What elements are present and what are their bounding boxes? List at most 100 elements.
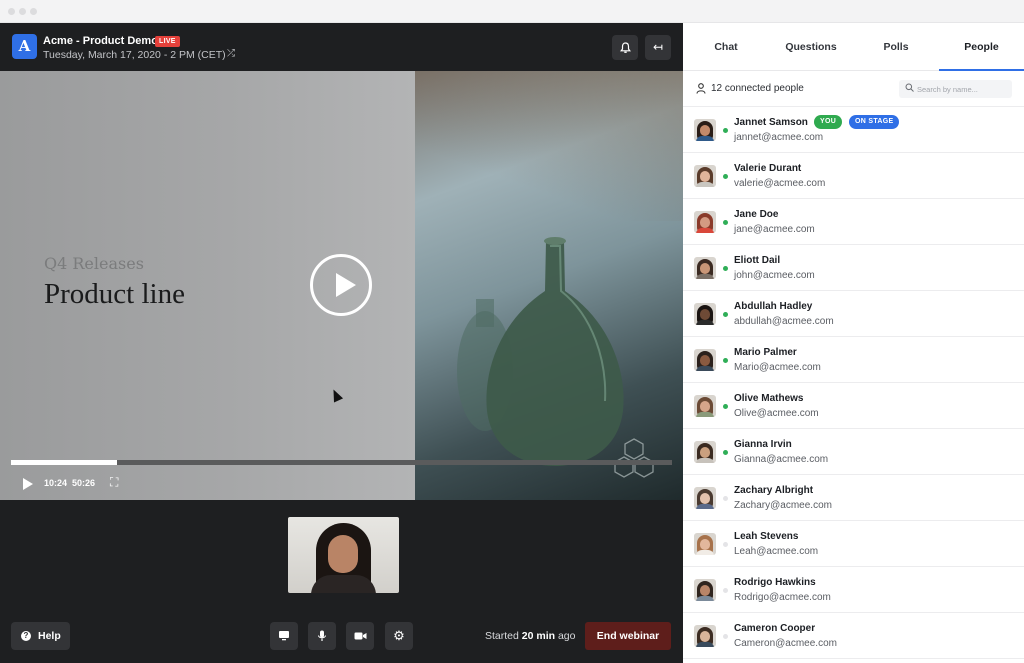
fullscreen-icon[interactable]: ⛶ <box>110 476 122 488</box>
search-input[interactable] <box>917 83 1007 95</box>
playback-progress-bar[interactable] <box>11 460 672 465</box>
panel-tabs: Chat Questions Polls People <box>683 23 1024 71</box>
person-email: Cameron@acmee.com <box>734 638 837 649</box>
person-email: jane@acmee.com <box>734 224 815 235</box>
app-logo: A <box>12 34 37 59</box>
event-title: Acme - Product Demo <box>43 35 158 47</box>
people-summary: 12 connected people <box>683 71 1024 107</box>
started-duration: 20 min <box>521 630 556 642</box>
person-row[interactable]: Olive Mathews Olive@acmee.com <box>683 383 1024 429</box>
person-row[interactable]: Jane Doe jane@acmee.com <box>683 199 1024 245</box>
person-row[interactable]: Abdullah Hadley abdullah@acmee.com <box>683 291 1024 337</box>
person-name: Gianna Irvin <box>734 439 792 450</box>
people-search[interactable] <box>899 80 1012 98</box>
help-label: Help <box>38 630 61 642</box>
microphone-icon[interactable] <box>308 622 336 650</box>
person-name: Zachary Albright <box>734 485 814 496</box>
person-name: Abdullah Hadley <box>734 301 813 312</box>
person-row[interactable]: Gianna Irvin Gianna@acmee.com <box>683 429 1024 475</box>
presence-indicator <box>723 542 728 547</box>
avatar <box>694 395 716 417</box>
progress-fill <box>11 460 117 465</box>
person-row[interactable]: Mario Palmer Mario@acmee.com <box>683 337 1024 383</box>
collapse-panel-icon[interactable]: ↤ <box>645 35 671 60</box>
person-email: valerie@acmee.com <box>734 178 826 189</box>
person-row[interactable]: Zachary Albright Zachary@acmee.com <box>683 475 1024 521</box>
presence-indicator <box>723 358 728 363</box>
play-icon[interactable] <box>23 478 33 490</box>
person-email: Mario@acmee.com <box>734 362 821 373</box>
presenter-face <box>328 535 358 573</box>
shuffle-icon[interactable]: ⤮ <box>227 48 235 59</box>
started-status: Started 20 min ago <box>485 630 576 642</box>
person-row[interactable]: Valerie Durant valerie@acmee.com <box>683 153 1024 199</box>
bottom-toolbar: ? Help ⚙ Started 20 min ago End webinar <box>0 613 683 663</box>
person-name: Mario Palmer <box>734 347 797 358</box>
settings-icon[interactable]: ⚙ <box>385 622 413 650</box>
connected-count: 12 connected people <box>711 83 804 94</box>
avatar <box>694 211 716 233</box>
presence-indicator <box>723 220 728 225</box>
tab-chat[interactable]: Chat <box>683 23 769 71</box>
bell-icon[interactable] <box>612 35 638 60</box>
on-stage-badge: ON STAGE <box>849 115 900 129</box>
tab-polls[interactable]: Polls <box>853 23 939 71</box>
person-name: Valerie Durant <box>734 163 802 174</box>
presence-indicator <box>723 450 728 455</box>
person-name: Jane Doe <box>734 209 779 220</box>
window-dot <box>19 8 26 15</box>
webinar-stage: A Acme - Product Demo LIVE Tuesday, Marc… <box>0 23 683 663</box>
slide-headline: Product line <box>44 278 185 310</box>
person-name: Rodrigo Hawkins <box>734 577 816 588</box>
started-prefix: Started <box>485 630 519 642</box>
brand-watermark-icon <box>614 438 654 478</box>
person-name: Jannet Samson <box>734 117 808 128</box>
avatar <box>694 165 716 187</box>
presence-indicator <box>723 266 728 271</box>
person-name: Eliott Dail <box>734 255 781 266</box>
person-row[interactable]: Leah Stevens Leah@acmee.com <box>683 521 1024 567</box>
vase-photo <box>415 71 683 500</box>
person-email: Zachary@acmee.com <box>734 500 832 511</box>
avatar <box>694 119 716 141</box>
search-icon <box>905 83 914 92</box>
window-chrome <box>0 0 1024 23</box>
user-icon <box>696 83 706 94</box>
slide-kicker: Q4 Releases <box>44 254 144 273</box>
person-email: jannet@acmee.com <box>734 132 824 143</box>
presence-indicator <box>723 404 728 409</box>
avatar <box>694 579 716 601</box>
tab-questions[interactable]: Questions <box>769 23 853 71</box>
screen-share-icon[interactable] <box>270 622 298 650</box>
video-player[interactable]: Q4 Releases Product line 10:24 50:26 ⛶ <box>0 71 683 500</box>
person-email: Rodrigo@acmee.com <box>734 592 831 603</box>
avatar <box>694 303 716 325</box>
camera-icon[interactable] <box>346 622 374 650</box>
person-email: john@acmee.com <box>734 270 815 281</box>
live-badge: LIVE <box>155 36 180 47</box>
presence-indicator <box>723 588 728 593</box>
help-button[interactable]: ? Help <box>11 622 70 650</box>
person-row[interactable]: Rodrigo Hawkins Rodrigo@acmee.com <box>683 567 1024 613</box>
play-overlay-button[interactable] <box>310 254 372 316</box>
end-webinar-button[interactable]: End webinar <box>585 622 671 650</box>
tab-people[interactable]: People <box>939 23 1024 71</box>
person-name: Leah Stevens <box>734 531 799 542</box>
question-icon: ? <box>21 631 31 641</box>
started-suffix: ago <box>557 630 576 642</box>
presenter-camera-thumbnail[interactable] <box>288 517 399 593</box>
person-row[interactable]: Cameron Cooper Cameron@acmee.com <box>683 613 1024 659</box>
avatar <box>694 349 716 371</box>
person-row[interactable]: Jannet Samson jannet@acmee.com YOU ON STAGE <box>683 107 1024 153</box>
presence-indicator <box>723 128 728 133</box>
person-email: abdullah@acmee.com <box>734 316 834 327</box>
person-email: Gianna@acmee.com <box>734 454 829 465</box>
elapsed-time: 10:24 <box>44 478 68 488</box>
window-dot <box>8 8 15 15</box>
avatar <box>694 533 716 555</box>
person-email: Leah@acmee.com <box>734 546 819 557</box>
presence-indicator <box>723 496 728 501</box>
person-row[interactable]: Eliott Dail john@acmee.com <box>683 245 1024 291</box>
avatar <box>694 487 716 509</box>
window-dot <box>30 8 37 15</box>
